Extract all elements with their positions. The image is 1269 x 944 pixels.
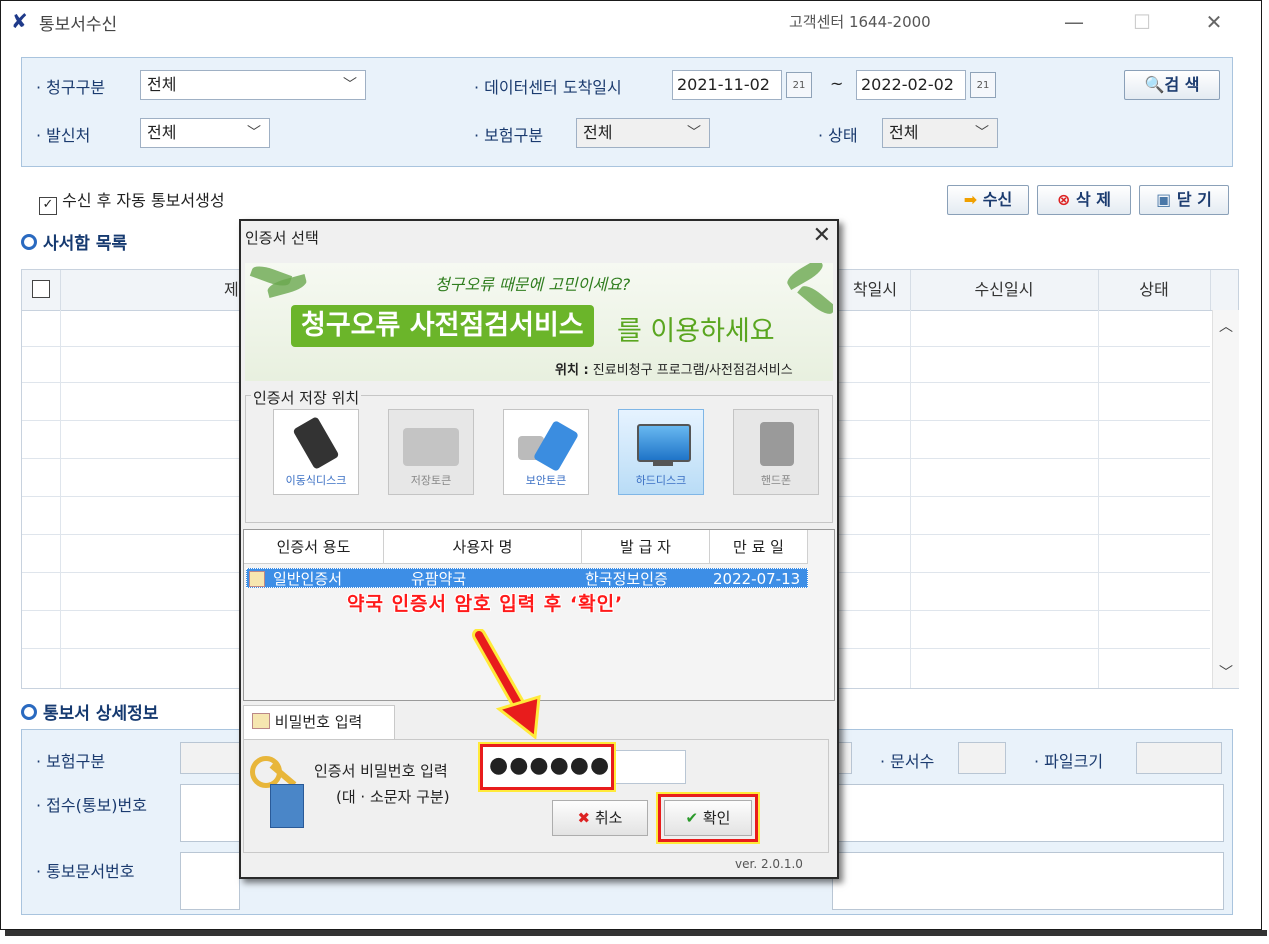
- storage-group-title: 인증서 저장 위치: [251, 387, 362, 408]
- calendar-icon[interactable]: 21: [970, 72, 996, 98]
- notice-doc-field[interactable]: [180, 852, 240, 910]
- file-size-field[interactable]: [1136, 742, 1222, 774]
- receipt-number-field[interactable]: [180, 784, 240, 842]
- device-security-token[interactable]: 보안토큰: [503, 409, 589, 495]
- password-panel: 인증서 비밀번호 입력 (대 · 소문자 구분) ●●●●●● ✖ 취소 ✔ 확…: [243, 739, 829, 853]
- tab-password[interactable]: 비밀번호 입력: [243, 705, 395, 739]
- dialog-title: 인증서 선택: [245, 229, 319, 247]
- dc-arrival-label: · 데이터센터 도착일시: [474, 78, 622, 97]
- maximize-icon[interactable]: ☐: [1119, 7, 1165, 37]
- certificate-icon: [252, 713, 270, 729]
- receipt-number-label: · 접수(통보)번호: [36, 796, 147, 815]
- instruction-annotation: 약국 인증서 암호 입력 후 ‘확인’: [347, 593, 624, 615]
- cert-column-header[interactable]: 발 급 자: [582, 530, 710, 564]
- scroll-down-icon: ﹀: [1219, 665, 1233, 681]
- insurance-type-select[interactable]: 전체 ﹀: [576, 118, 710, 148]
- app-logo-icon: ✘: [11, 9, 28, 33]
- delete-button[interactable]: ⊗ 삭 제: [1037, 185, 1131, 215]
- customer-center-label: 고객센터 1644-2000: [789, 13, 931, 31]
- notice-doc-field-right[interactable]: [832, 852, 1224, 910]
- select-all-checkbox[interactable]: [22, 270, 61, 310]
- scroll-up-icon: ︿: [1219, 319, 1233, 335]
- cert-row[interactable]: 일반인증서 유팜약국 한국정보인증 2022-07-13: [246, 568, 808, 588]
- column-header[interactable]: 착일시: [840, 270, 911, 310]
- window-icon: ▣: [1156, 190, 1172, 209]
- receive-button[interactable]: ➡ 수신: [947, 185, 1029, 215]
- phone-icon: [760, 422, 794, 466]
- doc-count-field[interactable]: [958, 742, 1006, 774]
- file-size-label: · 파일크기: [1034, 752, 1104, 771]
- doc-count-label: · 문서수: [880, 752, 935, 771]
- cancel-x-icon: ✖: [577, 809, 591, 827]
- cert-column-header[interactable]: 인증서 용도: [244, 530, 384, 564]
- section-bullet-icon: [21, 704, 37, 720]
- detail-section-title: 통보서 상세정보: [21, 699, 158, 724]
- status-label: · 상태: [818, 126, 858, 145]
- sender-label: · 발신처: [36, 126, 91, 145]
- confirm-button[interactable]: ✔ 확인: [664, 800, 752, 836]
- window-title: 통보서수신: [39, 15, 118, 35]
- device-hard-disk[interactable]: 하드디스크: [618, 409, 704, 495]
- claim-type-select[interactable]: 전체 ﹀: [140, 70, 366, 100]
- inbox-section-title: 사서함 목록: [21, 229, 127, 254]
- delete-icon: ⊗: [1057, 190, 1071, 209]
- checkmark-icon: ✔: [685, 809, 699, 827]
- dialog-close-icon[interactable]: ✕: [813, 223, 831, 248]
- search-button[interactable]: 🔍검 색: [1124, 70, 1220, 100]
- arrow-right-icon: ➡: [963, 190, 978, 209]
- detail-insurance-label: · 보험구분: [36, 752, 106, 771]
- close-icon[interactable]: ✕: [1191, 7, 1237, 37]
- chevron-down-icon: ﹀: [687, 125, 701, 141]
- date-to-input[interactable]: 2022-02-02: [856, 70, 966, 100]
- banner-main: 청구오류 사전점검서비스: [291, 305, 594, 347]
- notice-doc-label: · 통보문서번호: [36, 862, 135, 881]
- sender-select[interactable]: 전체 ﹀: [140, 118, 270, 148]
- card-icon: [403, 428, 459, 466]
- version-label: ver. 2.0.1.0: [735, 857, 803, 871]
- device-removable-disk[interactable]: 이동식디스크: [273, 409, 359, 495]
- chevron-down-icon: ﹀: [975, 125, 989, 141]
- certificate-dialog: 인증서 선택 ✕ 청구오류 때문에 고민이세요? 청구오류 사전점검서비스 를 …: [239, 219, 839, 879]
- promo-banner[interactable]: 청구오류 때문에 고민이세요? 청구오류 사전점검서비스 를 이용하세요 위치 …: [245, 263, 833, 381]
- auto-generate-checkbox[interactable]: ✓ 수신 후 자동 통보서생성: [39, 187, 225, 215]
- banner-question: 청구오류 때문에 고민이세요?: [435, 275, 631, 294]
- claim-type-label: · 청구구분: [36, 78, 106, 97]
- chevron-down-icon: ﹀: [343, 77, 357, 93]
- arrow-down-annotation-icon: [472, 629, 541, 739]
- section-bullet-icon: [21, 234, 37, 250]
- certificate-icon: [249, 571, 265, 587]
- device-storage-token[interactable]: 저장토큰: [388, 409, 474, 495]
- password-label: 인증서 비밀번호 입력: [314, 762, 448, 780]
- banner-tail: 를 이용하세요: [617, 316, 775, 347]
- search-icon: 🔍: [1144, 75, 1165, 94]
- password-input[interactable]: ●●●●●●: [480, 744, 614, 790]
- title-bar: ✘ 통보서수신 고객센터 1644-2000 — ☐ ✕: [1, 1, 1261, 41]
- key-icon: [250, 750, 306, 828]
- calendar-icon[interactable]: 21: [786, 72, 812, 98]
- cert-column-header[interactable]: 사용자 명: [384, 530, 582, 564]
- cert-column-header[interactable]: 만 료 일: [710, 530, 808, 564]
- column-header[interactable]: 수신일시: [910, 270, 1099, 310]
- password-hint: (대 · 소문자 구분): [336, 788, 450, 806]
- banner-location: 위치 : 진료비청구 프로그램/사전점검서비스: [555, 363, 793, 378]
- date-range-tilde: ~: [830, 74, 844, 93]
- status-select[interactable]: 전체 ﹀: [882, 118, 998, 148]
- token-icon: [532, 419, 580, 473]
- usb-icon: [292, 416, 340, 470]
- column-header[interactable]: 상태: [1098, 270, 1211, 310]
- receipt-number-field-right[interactable]: [832, 784, 1224, 842]
- inbox-scrollbar[interactable]: ︿ ﹀: [1212, 310, 1239, 688]
- leaf-decoration: [797, 281, 833, 319]
- date-from-input[interactable]: 2021-11-02: [672, 70, 782, 100]
- chevron-down-icon: ﹀: [247, 125, 261, 141]
- filter-panel: · 청구구분 전체 ﹀ · 데이터센터 도착일시 2021-11-02 21 ~ …: [21, 57, 1233, 167]
- minimize-icon[interactable]: —: [1051, 7, 1097, 37]
- checkbox-checked-icon: ✓: [39, 197, 57, 215]
- cancel-button[interactable]: ✖ 취소: [552, 800, 648, 836]
- device-phone[interactable]: 핸드폰: [733, 409, 819, 495]
- monitor-icon: [637, 424, 691, 462]
- close-button[interactable]: ▣ 닫 기: [1139, 185, 1229, 215]
- insurance-type-label: · 보험구분: [474, 126, 544, 145]
